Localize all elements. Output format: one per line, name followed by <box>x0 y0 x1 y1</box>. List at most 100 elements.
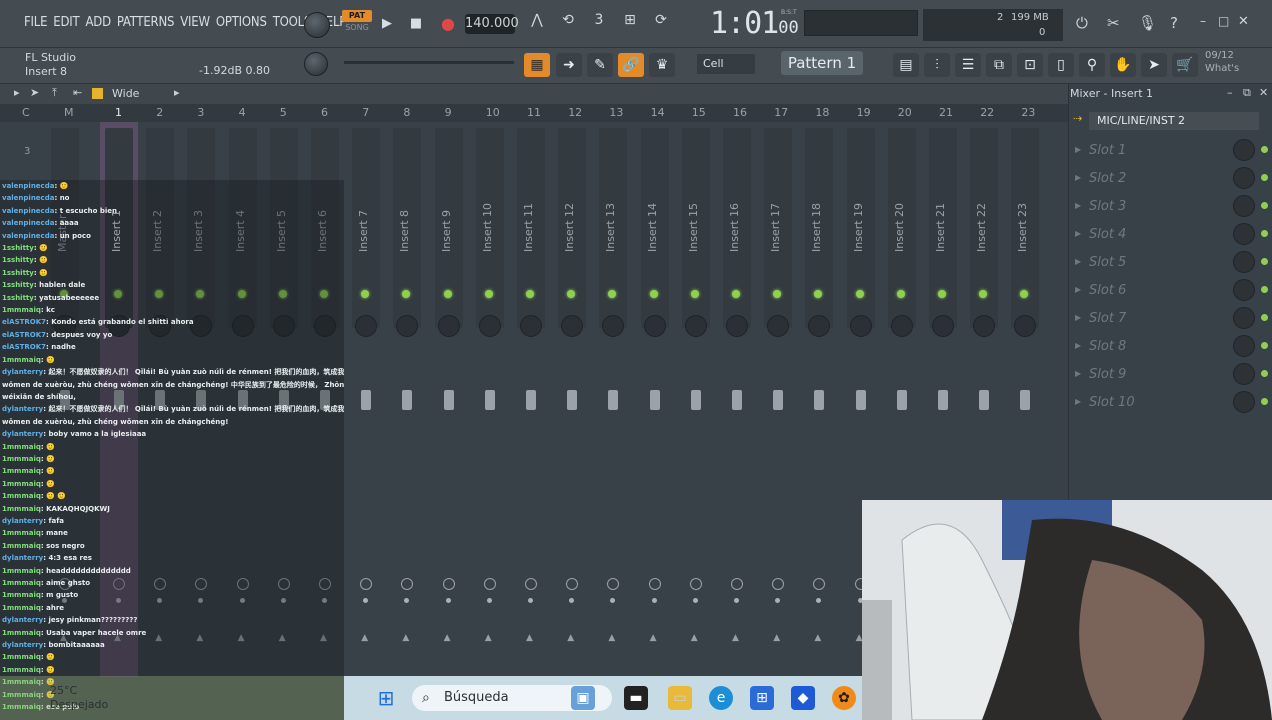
pan-knob[interactable] <box>973 315 996 337</box>
sliders-icon[interactable]: ⧉ <box>986 53 1012 77</box>
plugin-icon[interactable]: ⊡ <box>1017 53 1043 77</box>
mixer-track[interactable]: Insert 17 ▲ <box>759 122 797 677</box>
loop-record-icon[interactable]: ⟳ <box>648 12 674 28</box>
mute-led[interactable] <box>855 290 864 298</box>
channel-rack-icon[interactable]: ☰ <box>955 53 981 77</box>
mute-led[interactable] <box>526 290 534 298</box>
browser-icon[interactable]: ▯ <box>1048 53 1074 77</box>
countdown-icon[interactable]: 3 <box>586 12 612 28</box>
volume-fader[interactable] <box>1020 390 1031 410</box>
cart-icon[interactable]: 🛒 <box>1172 53 1198 77</box>
piano-roll-icon[interactable]: ▦ <box>524 53 550 77</box>
touch-icon[interactable]: ✋ <box>1110 53 1136 77</box>
arrow-icon[interactable]: ➜ <box>556 53 582 77</box>
route-dot[interactable] <box>404 598 410 603</box>
master-volume-knob[interactable] <box>304 12 330 38</box>
slot-mix-knob[interactable] <box>1233 363 1255 385</box>
snap-selector[interactable]: Cell <box>697 54 755 74</box>
pin-icon[interactable]: ⇤ <box>73 86 82 99</box>
mixer-track[interactable]: Insert 16 ▲ <box>718 122 756 677</box>
slot-arrow-icon[interactable]: ▶ <box>1075 313 1081 322</box>
volume-fader[interactable] <box>690 390 701 410</box>
volume-fader[interactable] <box>855 390 866 410</box>
stereo-knob[interactable] <box>442 578 455 590</box>
stamp-icon[interactable]: ♛ <box>649 53 675 77</box>
metronome-icon[interactable]: ⋀ <box>524 12 550 28</box>
stereo-knob[interactable] <box>607 578 620 590</box>
stereo-knob[interactable] <box>648 578 661 590</box>
view-arrow-icon[interactable]: ▸ <box>174 86 180 99</box>
menu-add[interactable]: ADD <box>85 15 111 30</box>
volume-fader[interactable] <box>814 390 825 410</box>
playlist-icon[interactable]: ▤ <box>893 53 919 77</box>
file-explorer-icon[interactable]: ▭ <box>668 686 692 710</box>
stereo-knob[interactable] <box>813 578 826 590</box>
pan-knob[interactable] <box>478 315 501 337</box>
send-arrow-icon[interactable]: ▲ <box>567 633 574 643</box>
store-icon[interactable]: ⊞ <box>750 686 774 710</box>
select-arrow-icon[interactable]: ➤ <box>30 86 39 99</box>
pan-knob[interactable] <box>643 315 666 337</box>
volume-fader[interactable] <box>608 390 619 410</box>
mixer-track[interactable]: Insert 13 ▲ <box>594 122 632 677</box>
mixer-icon[interactable]: ⫶ <box>924 53 950 77</box>
mute-led[interactable] <box>649 290 658 298</box>
stereo-knob[interactable] <box>566 578 579 590</box>
slot-arrow-icon[interactable]: ▶ <box>1075 369 1081 378</box>
mute-led[interactable] <box>484 290 493 298</box>
send-arrow-icon[interactable]: ▲ <box>650 633 657 643</box>
effect-slot[interactable]: ▶ Slot 5 <box>1069 248 1272 276</box>
song-position-slider[interactable] <box>344 61 514 64</box>
stereo-knob[interactable] <box>525 578 537 590</box>
pencil-icon[interactable]: ✎ <box>587 53 613 77</box>
stereo-knob[interactable] <box>483 578 496 590</box>
pattern-song-toggle[interactable]: PAT SONG <box>342 10 372 36</box>
pan-knob[interactable] <box>437 315 460 337</box>
volume-fader[interactable] <box>938 390 948 410</box>
pan-knob[interactable] <box>808 315 831 337</box>
send-arrow-icon[interactable]: ▲ <box>691 633 698 643</box>
upload-icon[interactable]: ⤒ <box>52 86 57 100</box>
stereo-knob[interactable] <box>401 578 414 590</box>
slot-arrow-icon[interactable]: ▶ <box>1075 173 1081 182</box>
route-dot[interactable] <box>816 598 822 603</box>
slot-enable-led[interactable] <box>1261 286 1268 293</box>
pan-knob[interactable] <box>602 315 625 337</box>
mute-led[interactable] <box>732 290 740 298</box>
send-icon[interactable]: ➤ <box>1141 53 1167 77</box>
route-dot[interactable] <box>692 598 698 603</box>
effect-slot[interactable]: ▶ Slot 3 <box>1069 192 1272 220</box>
plug-icon[interactable]: ⚲ <box>1079 53 1105 77</box>
route-dot[interactable] <box>734 598 739 603</box>
slot-enable-led[interactable] <box>1261 398 1268 405</box>
slot-mix-knob[interactable] <box>1233 391 1255 413</box>
restore-panel-icon[interactable]: ⧉ <box>1243 86 1251 100</box>
route-dot[interactable] <box>775 598 781 603</box>
stereo-knob[interactable] <box>772 578 785 590</box>
tempo-display[interactable]: 140.000 <box>465 14 519 34</box>
slot-mix-knob[interactable] <box>1233 251 1255 273</box>
mixer-track[interactable]: Insert 7 ▲ <box>347 122 385 677</box>
slot-arrow-icon[interactable]: ▶ <box>1075 145 1081 154</box>
slot-mix-knob[interactable] <box>1233 223 1255 245</box>
mixer-track[interactable]: Insert 9 ▲ <box>430 122 468 677</box>
widget-icon[interactable]: ▣ <box>571 686 595 710</box>
mixer-track[interactable]: Insert 14 ▲ <box>636 122 674 677</box>
effect-slot[interactable]: ▶ Slot 2 <box>1069 164 1272 192</box>
weather-widget[interactable]: 25°C Despejado <box>0 676 344 720</box>
effect-slot[interactable]: ▶ Slot 10 <box>1069 388 1272 416</box>
effect-slot[interactable]: ▶ Slot 9 <box>1069 360 1272 388</box>
route-dot[interactable] <box>486 598 492 603</box>
pattern-selector[interactable]: Pattern 1 <box>781 51 863 75</box>
help-icon[interactable]: ? <box>1170 14 1178 32</box>
menu-file[interactable]: FILE <box>24 15 47 30</box>
slot-mix-knob[interactable] <box>1233 139 1255 161</box>
app-icon[interactable]: ◆ <box>791 686 815 710</box>
slot-mix-knob[interactable] <box>1233 335 1255 357</box>
maximize-icon[interactable]: □ <box>1218 14 1229 28</box>
mixer-track[interactable]: Insert 8 ▲ <box>388 122 426 677</box>
pan-knob[interactable] <box>932 315 954 337</box>
slot-arrow-icon[interactable]: ▶ <box>1075 229 1081 238</box>
send-arrow-icon[interactable]: ▲ <box>773 633 780 643</box>
stereo-knob[interactable] <box>689 578 702 590</box>
